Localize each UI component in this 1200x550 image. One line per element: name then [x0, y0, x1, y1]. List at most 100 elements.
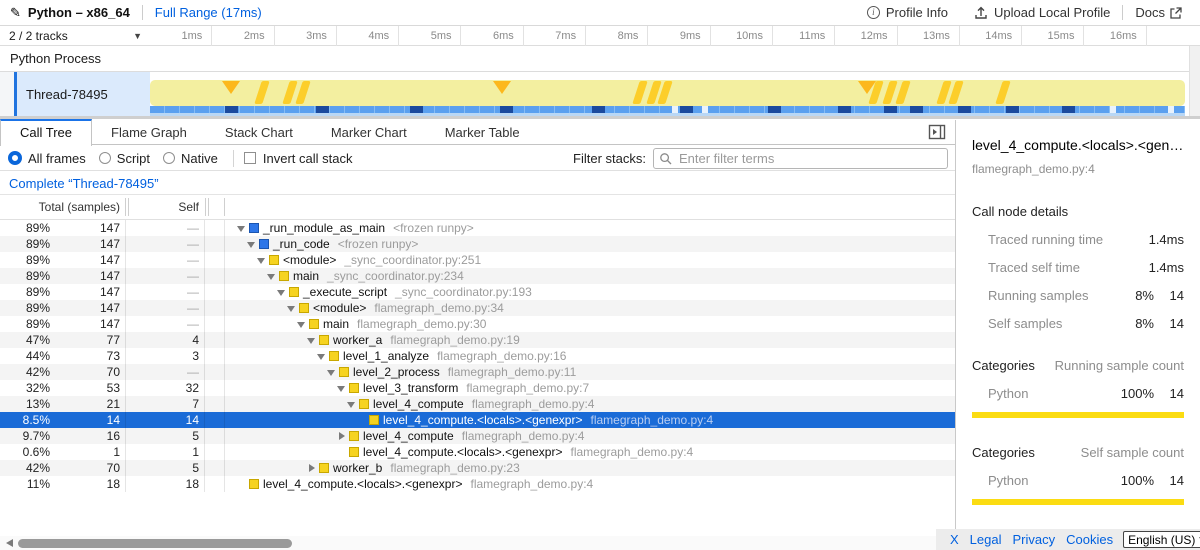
- file-location: flamegraph_demo.py:30: [357, 316, 486, 332]
- column-divider: [125, 460, 126, 476]
- upload-profile-button[interactable]: Upload Local Profile: [974, 5, 1110, 20]
- footer-close-button[interactable]: X: [950, 532, 959, 547]
- function-name: level_2_process: [353, 364, 440, 380]
- tracks-dropdown-button[interactable]: 2 / 2 tracks ▼: [0, 26, 150, 46]
- function-name: _run_module_as_main: [263, 220, 385, 236]
- tab-flame-graph[interactable]: Flame Graph: [92, 119, 206, 145]
- function-name: worker_b: [333, 460, 382, 476]
- twisty-open-icon[interactable]: [335, 380, 349, 396]
- column-divider: [204, 236, 205, 252]
- cell-self: 5: [126, 460, 199, 476]
- calltree-row[interactable]: 89%147—_run_code<frozen runpy>: [0, 236, 955, 252]
- twisty-open-icon[interactable]: [255, 252, 269, 268]
- radio-native[interactable]: Native: [163, 151, 218, 166]
- twisty-open-icon[interactable]: [245, 236, 259, 252]
- calltree-row[interactable]: 89%147—<module>flamegraph_demo.py:34: [0, 300, 955, 316]
- file-location: _sync_coordinator.py:193: [395, 284, 532, 300]
- category-header-left: Categories: [972, 445, 1081, 460]
- calltree-row[interactable]: 0.6%11level_4_compute.<locals>.<genexpr>…: [0, 444, 955, 460]
- docs-link[interactable]: Docs: [1135, 5, 1188, 20]
- cell-self: —: [126, 220, 199, 236]
- profile-title: Python – x86_64: [28, 5, 130, 20]
- cell-function: main_sync_coordinator.py:234: [225, 268, 955, 284]
- twisty-open-icon[interactable]: [315, 348, 329, 364]
- radio-circle-icon: [99, 152, 111, 164]
- calltree-row[interactable]: 13%217level_4_computeflamegraph_demo.py:…: [0, 396, 955, 412]
- profile-info-button[interactable]: i Profile Info: [867, 5, 948, 20]
- twisty-open-icon[interactable]: [305, 332, 319, 348]
- breadcrumb[interactable]: Complete “Thread-78495”: [9, 176, 159, 191]
- cell-total-percent: 11%: [0, 476, 50, 492]
- calltree-row[interactable]: 42%705worker_bflamegraph_demo.py:23: [0, 460, 955, 476]
- calltree-row[interactable]: 89%147—mainflamegraph_demo.py:30: [0, 316, 955, 332]
- panel-tabbar: Call TreeFlame GraphStack ChartMarker Ch…: [0, 119, 955, 145]
- radio-all-frames[interactable]: All frames: [8, 151, 86, 166]
- cell-total-samples: 14: [50, 412, 120, 428]
- app-header: ✎ Python – x86_64 Full Range (17ms) i Pr…: [0, 0, 1200, 26]
- calltree-row[interactable]: 42%70—level_2_processflamegraph_demo.py:…: [0, 364, 955, 380]
- tab-stack-chart[interactable]: Stack Chart: [206, 119, 312, 145]
- column-divider: [125, 412, 126, 428]
- tab-call-tree[interactable]: Call Tree: [0, 119, 92, 146]
- column-divider: [204, 284, 205, 300]
- thread-activity-track[interactable]: [150, 72, 1185, 118]
- twisty-open-icon[interactable]: [275, 284, 289, 300]
- python-category-icon: [269, 255, 279, 265]
- invert-callstack-checkbox[interactable]: Invert call stack: [244, 151, 353, 166]
- cell-total-samples: 147: [50, 300, 120, 316]
- function-name: main: [293, 268, 319, 284]
- category-section-header: CategoriesSelf sample count: [972, 445, 1184, 460]
- twisty-open-icon[interactable]: [285, 300, 299, 316]
- calltree-row[interactable]: 89%147—_run_module_as_main<frozen runpy>: [0, 220, 955, 236]
- tab-marker-table[interactable]: Marker Table: [426, 119, 539, 145]
- scroll-left-arrow[interactable]: [6, 539, 13, 547]
- footer-link-cookies[interactable]: Cookies: [1066, 532, 1113, 547]
- twisty-open-icon[interactable]: [325, 364, 339, 380]
- sidebar-toggle-button[interactable]: [927, 124, 947, 140]
- ruler-tick: 13ms: [898, 26, 960, 46]
- calltree-row[interactable]: 11%1818level_4_compute.<locals>.<genexpr…: [0, 476, 955, 492]
- cell-function: level_4_compute.<locals>.<genexpr>flameg…: [225, 444, 955, 460]
- ruler-tick: 14ms: [960, 26, 1022, 46]
- footer-link-privacy[interactable]: Privacy: [1012, 532, 1055, 547]
- calltree-row[interactable]: 89%147—<module>_sync_coordinator.py:251: [0, 252, 955, 268]
- sample-dark-segment: [316, 106, 329, 113]
- radio-script[interactable]: Script: [99, 151, 150, 166]
- calltree-row[interactable]: 44%733level_1_analyzeflamegraph_demo.py:…: [0, 348, 955, 364]
- footer-link-legal[interactable]: Legal: [970, 532, 1002, 547]
- column-header-total[interactable]: Total (samples): [0, 195, 120, 219]
- column-header-self[interactable]: Self: [131, 195, 199, 219]
- process-track-row[interactable]: Python Process: [0, 46, 1200, 72]
- category-color-bar: [972, 412, 1184, 418]
- calltree-row[interactable]: 89%147—_execute_script_sync_coordinator.…: [0, 284, 955, 300]
- calltree-row[interactable]: 47%774worker_aflamegraph_demo.py:19: [0, 332, 955, 348]
- python-category-icon: [349, 383, 359, 393]
- twisty-closed-icon[interactable]: [335, 428, 349, 444]
- twisty-open-icon[interactable]: [295, 316, 309, 332]
- ruler-tick: 9ms: [648, 26, 710, 46]
- jank-marker-icon[interactable]: [493, 81, 511, 94]
- language-select[interactable]: English (US): [1123, 531, 1200, 548]
- jank-marker-icon[interactable]: [222, 81, 240, 94]
- twisty-open-icon[interactable]: [235, 220, 249, 236]
- thread-track-label[interactable]: Thread-78495: [0, 72, 150, 118]
- full-range-button[interactable]: Full Range (17ms): [155, 5, 262, 20]
- scrollbar-thumb[interactable]: [18, 539, 292, 548]
- calltree-row[interactable]: 89%147—main_sync_coordinator.py:234: [0, 268, 955, 284]
- calltree-row[interactable]: 32%5332level_3_transformflamegraph_demo.…: [0, 380, 955, 396]
- python-category-icon: [249, 479, 259, 489]
- twisty-closed-icon[interactable]: [305, 460, 319, 476]
- calltree-row[interactable]: 8.5%1414level_4_compute.<locals>.<genexp…: [0, 412, 955, 428]
- edit-profile-name-icon[interactable]: ✎: [10, 5, 21, 21]
- twisty-spacer: [355, 412, 369, 428]
- tracks-vertical-scrollbar[interactable]: [1189, 46, 1200, 118]
- twisty-open-icon[interactable]: [345, 396, 359, 412]
- sample-dark-segment: [680, 106, 693, 113]
- category-color-bar: [972, 499, 1184, 505]
- filter-stacks-input[interactable]: [653, 148, 948, 169]
- column-divider: [125, 428, 126, 444]
- twisty-open-icon[interactable]: [265, 268, 279, 284]
- cell-total-samples: 21: [50, 396, 120, 412]
- tab-marker-chart[interactable]: Marker Chart: [312, 119, 426, 145]
- calltree-row[interactable]: 9.7%165level_4_computeflamegraph_demo.py…: [0, 428, 955, 444]
